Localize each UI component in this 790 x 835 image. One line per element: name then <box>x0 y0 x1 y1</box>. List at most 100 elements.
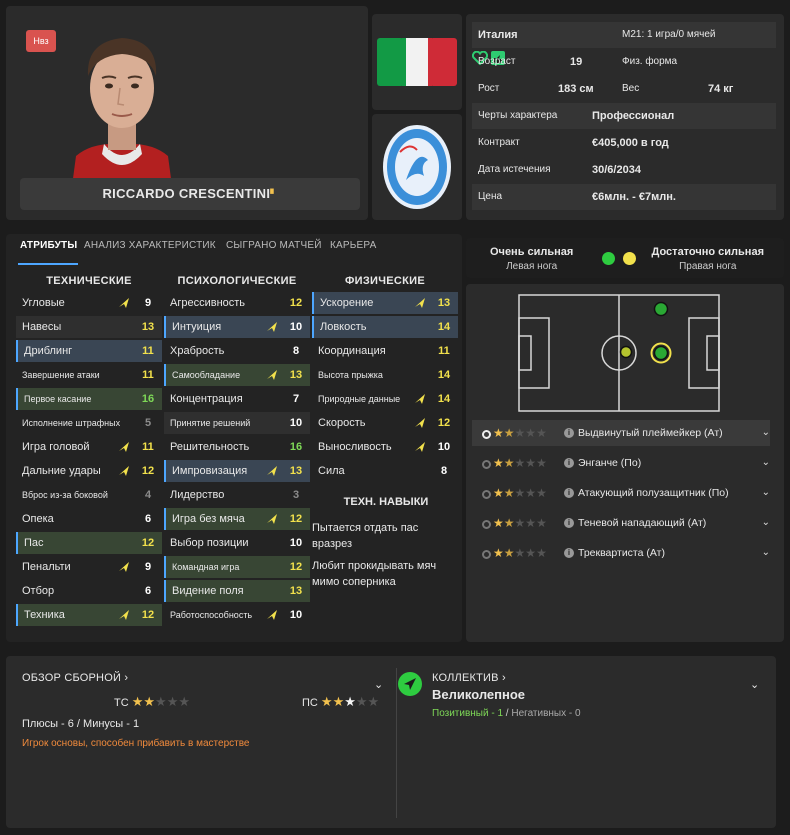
attribute-row[interactable]: Самообладание 13 <box>164 364 310 386</box>
attribute-row[interactable]: Завершение атаки 11 <box>16 364 162 386</box>
attribute-value: 13 <box>289 465 303 477</box>
attribute-value: 11 <box>142 441 154 453</box>
attribute-label: Игра без мяча <box>172 513 245 525</box>
attribute-row[interactable]: Пенальти 9 <box>16 556 162 578</box>
attribute-row[interactable]: Пас 12 <box>16 532 162 554</box>
national-overview-link[interactable]: ОБЗОР СБОРНОЙ › <box>22 672 128 684</box>
attribute-value: 11 <box>142 345 154 357</box>
attribute-row[interactable]: Храбрость 8 <box>164 340 310 362</box>
role-row[interactable]: ★★★★★ i Теневой нападающий (Ат) ⌄ <box>472 510 770 536</box>
attribute-row[interactable]: Принятие решений 10 <box>164 412 310 434</box>
star-icon: ★ <box>155 694 167 709</box>
tech-skill-item: Пытается отдать пас вразрез <box>312 522 419 550</box>
attribute-value: 4 <box>144 489 152 501</box>
attribute-label: Вброс из-за боковой <box>22 490 108 500</box>
info-icon[interactable]: i <box>564 518 574 528</box>
team-link[interactable]: КОЛЛЕКТИВ › <box>432 672 506 684</box>
attribute-row[interactable]: Исполнение штрафных 5 <box>16 412 162 434</box>
attribute-row[interactable]: Решительность 16 <box>164 436 310 458</box>
role-row[interactable]: ★★★★★ i Атакующий полузащитник (По) ⌄ <box>472 480 770 506</box>
attribute-row[interactable]: Выбор позиции 10 <box>164 532 310 554</box>
team-expand-chevron-icon[interactable]: ⌄ <box>750 678 759 691</box>
attribute-label: Пас <box>24 537 44 549</box>
role-name: Выдвинутый плеймейкер (Ат) <box>578 427 723 439</box>
attribute-row[interactable]: Видение поля 13 <box>164 580 310 602</box>
attribute-row[interactable]: Координация 11 <box>312 340 458 362</box>
attribute-value: 12 <box>141 609 155 621</box>
chevron-down-icon[interactable]: ⌄ <box>762 420 770 446</box>
attribute-row[interactable]: Скорость 12 <box>312 412 458 434</box>
role-row[interactable]: ★★★★★ i Энганче (По) ⌄ <box>472 450 770 476</box>
info-icon[interactable]: i <box>564 458 574 468</box>
nation-flag-panel[interactable] <box>372 14 462 110</box>
preferred-foot-panel: Очень сильная Левая нога Достаточно силь… <box>466 238 784 278</box>
chevron-down-icon[interactable]: ⌄ <box>762 540 770 566</box>
attribute-row[interactable]: Отбор 6 <box>16 580 162 602</box>
trend-arrow-icon <box>267 370 277 380</box>
contract-label: Контракт <box>478 137 520 148</box>
attribute-row[interactable]: Ловкость 14 <box>312 316 458 338</box>
tab-attributes[interactable]: АТРИБУТЫ <box>20 240 77 251</box>
attribute-row[interactable]: Техника 12 <box>16 604 162 626</box>
attribute-value: 16 <box>141 393 155 405</box>
club-crest-panel[interactable] <box>372 114 462 220</box>
chevron-down-icon[interactable]: ⌄ <box>762 510 770 536</box>
star-icon: ★ <box>143 694 156 709</box>
attribute-row[interactable]: Дальние удары 12 <box>16 460 162 482</box>
attribute-row[interactable]: Навесы 13 <box>16 316 162 338</box>
star-icon: ★ <box>536 426 547 440</box>
attribute-row[interactable]: Опека 6 <box>16 508 162 530</box>
personality-row: Черты характера Профессионал <box>472 103 776 129</box>
attribute-value: 14 <box>437 369 451 381</box>
role-rating-stars: ★★★★★ <box>482 420 547 447</box>
role-row[interactable]: ★★★★★ i Выдвинутый плеймейкер (Ат) ⌄ <box>472 420 770 446</box>
chevron-down-icon[interactable]: ⌄ <box>762 450 770 476</box>
attribute-row[interactable]: Выносливость 10 <box>312 436 458 458</box>
star-icon: ★ <box>344 694 356 709</box>
attribute-row[interactable]: Первое касание 16 <box>16 388 162 410</box>
attribute-row[interactable]: Игра без мяча 12 <box>164 508 310 530</box>
attribute-row[interactable]: Природные данные 14 <box>312 388 458 410</box>
attribute-row[interactable]: Высота прыжка 14 <box>312 364 458 386</box>
attribute-row[interactable]: Импровизация 13 <box>164 460 310 482</box>
attribute-label: Первое касание <box>24 394 92 404</box>
team-title: КОЛЛЕКТИВ <box>432 672 499 684</box>
tab-matches[interactable]: СЫГРАНО МАТЧЕЙ <box>226 240 322 251</box>
star-icon: ★ <box>355 694 368 709</box>
attribute-label: Опека <box>22 513 54 525</box>
role-row[interactable]: ★★★★★ i Треквартиста (Ат) ⌄ <box>472 540 770 566</box>
attribute-row[interactable]: Интуиция 10 <box>164 316 310 338</box>
expiry-value: 30/6/2034 <box>592 164 641 176</box>
info-icon[interactable]: i <box>564 548 574 558</box>
right-foot: Достаточно сильная Правая нога <box>652 246 764 272</box>
attribute-row[interactable]: Агрессивность 12 <box>164 292 310 314</box>
attribute-row[interactable]: Ускорение 13 <box>312 292 458 314</box>
chevron-down-icon[interactable]: ⌄ <box>762 480 770 506</box>
attribute-row[interactable]: Игра головой 11 <box>16 436 162 458</box>
attribute-row[interactable]: Сила 8 <box>312 460 458 482</box>
current-ability-stars: ★★★★★ <box>132 694 190 709</box>
attribute-row[interactable]: Вброс из-за боковой 4 <box>16 484 162 506</box>
attribute-value: 12 <box>289 561 303 573</box>
star-icon: ★ <box>503 486 515 500</box>
attribute-row[interactable]: Угловые 9 <box>16 292 162 314</box>
positions-panel: ★★★★★ i Выдвинутый плеймейкер (Ат) ⌄ ★★★★★ i Э… <box>466 284 784 642</box>
tech-skills-title: ТЕХН. НАВЫКИ <box>343 496 429 508</box>
nation-row: Италия M21: 1 игра/0 мячей <box>472 22 776 48</box>
info-icon[interactable]: i <box>564 488 574 498</box>
tab-career[interactable]: КАРЬЕРА <box>330 240 376 251</box>
star-icon: ★ <box>503 546 515 560</box>
tab-analysis[interactable]: АНАЛИЗ ХАРАКТЕРИСТИК <box>84 240 216 251</box>
role-name: Теневой нападающий (Ат) <box>578 517 707 529</box>
info-icon[interactable]: i <box>564 428 574 438</box>
attribute-row[interactable]: Командная игра 12 <box>164 556 310 578</box>
attribute-row[interactable]: Концентрация 7 <box>164 388 310 410</box>
name-marker-icon: ▘ <box>270 189 278 199</box>
national-expand-chevron-icon[interactable]: ⌄ <box>374 678 383 691</box>
attribute-row[interactable]: Работоспособность 10 <box>164 604 310 626</box>
attribute-row[interactable]: Лидерство 3 <box>164 484 310 506</box>
attribute-label: Самообладание <box>172 370 241 380</box>
trend-arrow-icon <box>415 418 425 428</box>
attribute-row[interactable]: Дриблинг 11 <box>16 340 162 362</box>
attribute-label: Скорость <box>318 417 366 429</box>
